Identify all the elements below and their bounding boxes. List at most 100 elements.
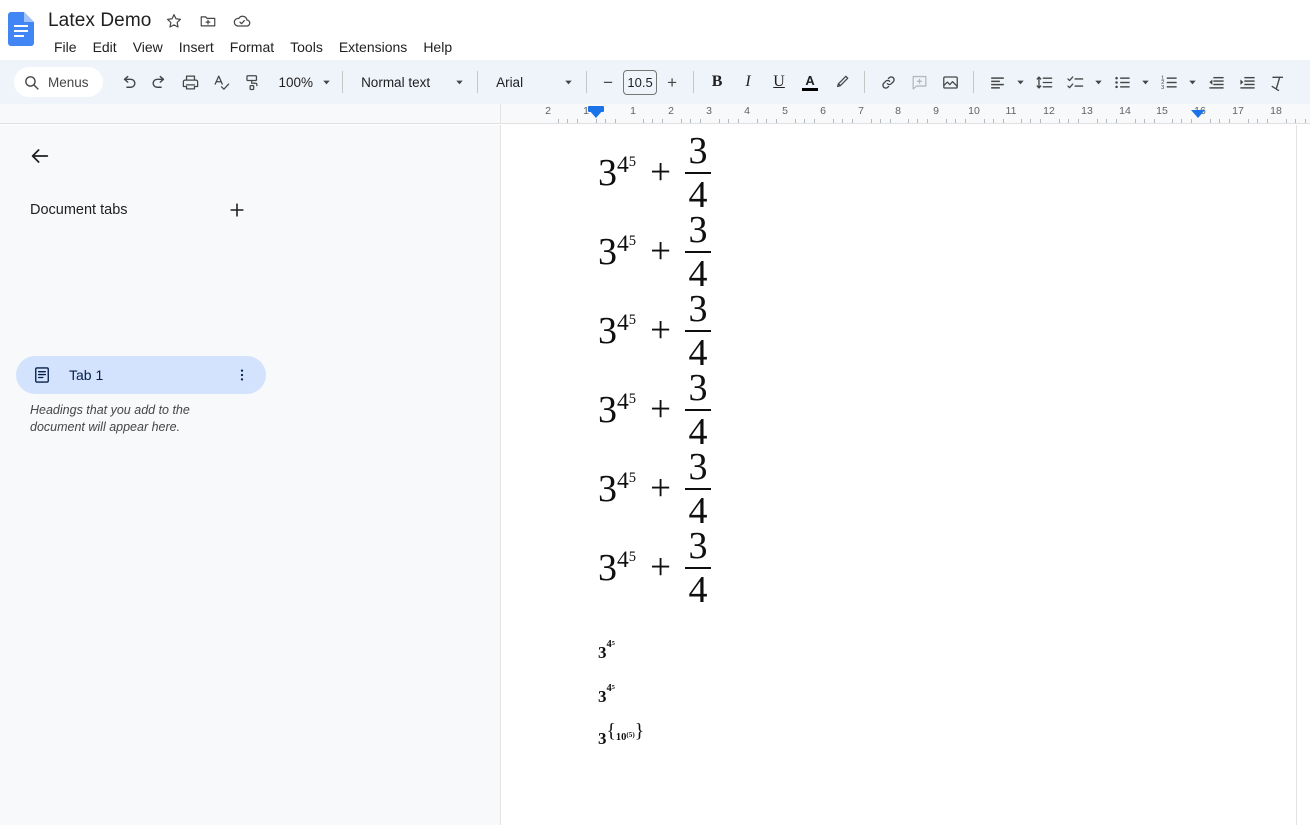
math-expression-line-small[interactable]: 3 45 xyxy=(598,674,1258,718)
menu-extensions[interactable]: Extensions xyxy=(331,37,415,57)
menu-bar: File Edit View Insert Format Tools Exten… xyxy=(46,35,460,59)
math-base: 3 xyxy=(598,151,617,194)
paint-format-button[interactable] xyxy=(238,67,268,97)
bulleted-list-button[interactable] xyxy=(1107,67,1137,97)
horizontal-ruler[interactable]: 2 1 1 2 3 4 5 6 7 8 9 10 11 12 13 14 15 16 17 18 xyxy=(0,104,1310,124)
ruler-tick xyxy=(851,119,853,123)
document-title[interactable]: Latex Demo xyxy=(46,10,153,32)
align-button[interactable] xyxy=(982,67,1012,97)
clear-formatting-button[interactable] xyxy=(1263,67,1293,97)
paragraph-style-dropdown[interactable]: Normal text xyxy=(351,67,469,97)
ruler-tick xyxy=(880,119,881,123)
checklist-button[interactable] xyxy=(1060,67,1090,97)
increase-indent-button[interactable] xyxy=(1232,67,1262,97)
math-expression-line[interactable]: 345 +3 4 xyxy=(598,211,1258,295)
star-icon[interactable] xyxy=(161,8,187,34)
power-tower: 345 xyxy=(598,312,636,350)
decrease-font-size-button[interactable]: − xyxy=(595,69,621,95)
ruler-tick xyxy=(955,119,956,123)
ruler-number: 17 xyxy=(1232,105,1244,117)
cloud-saved-icon[interactable] xyxy=(229,8,255,34)
math-exponent-exponent: 5 xyxy=(628,390,637,407)
google-docs-icon[interactable] xyxy=(8,12,34,46)
undo-button[interactable] xyxy=(114,67,144,97)
line-spacing-button[interactable] xyxy=(1029,67,1059,97)
math-exponent-exponent: 5 xyxy=(611,683,615,691)
math-expression-line[interactable]: 345 +3 4 xyxy=(598,448,1258,532)
increase-font-size-button[interactable]: + xyxy=(659,69,685,95)
font-family-dropdown[interactable]: Arial xyxy=(486,67,578,97)
math-expression: 345 +3 4 xyxy=(598,369,711,451)
ruler-tick xyxy=(1228,119,1230,123)
add-comment-button[interactable] xyxy=(904,67,934,97)
menu-help[interactable]: Help xyxy=(415,37,460,57)
tab-options-icon[interactable] xyxy=(230,363,254,387)
document-body[interactable]: 345 +3 4 345 +3 4 345 +3 4 345 +3 4 345 +3 4 345 +3 4 3 45 3… xyxy=(598,132,1258,762)
print-button[interactable] xyxy=(176,67,206,97)
underline-button[interactable]: U xyxy=(764,67,794,97)
menu-tools[interactable]: Tools xyxy=(282,37,331,57)
fraction-numerator: 3 xyxy=(688,287,708,330)
math-base: 3 xyxy=(598,642,607,662)
spellcheck-button[interactable] xyxy=(207,67,237,97)
math-expression-line[interactable]: 345 +3 4 xyxy=(598,132,1258,214)
math-exponent: 45 xyxy=(617,231,637,258)
tab-1-label: Tab 1 xyxy=(69,367,104,383)
back-button[interactable] xyxy=(22,138,58,174)
math-fraction: 34 xyxy=(684,448,711,532)
math-expression: 3 45 xyxy=(598,683,615,706)
text-color-button[interactable]: A xyxy=(795,67,825,97)
right-indent-marker[interactable] xyxy=(1191,110,1205,118)
toolbar-divider xyxy=(973,71,975,93)
numbered-list-dropdown-caret-icon[interactable] xyxy=(1185,67,1200,97)
menu-edit[interactable]: Edit xyxy=(85,37,125,57)
math-expression-line-small[interactable]: 3 45 xyxy=(598,630,1258,674)
math-exponent: 45 xyxy=(606,682,615,694)
ruler-tick xyxy=(1295,119,1296,123)
decrease-indent-button[interactable] xyxy=(1201,67,1231,97)
document-outline-icon xyxy=(32,365,52,385)
math-expression-line[interactable]: 345 +3 4 xyxy=(598,524,1258,609)
bulleted-list-dropdown-caret-icon[interactable] xyxy=(1138,67,1153,97)
ruler-tick xyxy=(661,119,663,123)
document-canvas[interactable]: 345 +3 4 345 +3 4 345 +3 4 345 +3 4 345 +3 4 345 +3 4 3 45 3… xyxy=(501,125,1310,825)
search-menus-button[interactable]: Menus xyxy=(14,67,103,97)
math-expression-line[interactable]: 345 +3 4 xyxy=(598,287,1258,372)
math-operator: + xyxy=(650,389,671,430)
sidebar-empty-hint: Headings that you add to the document wi… xyxy=(30,403,190,434)
align-dropdown-caret-icon[interactable] xyxy=(1013,67,1028,97)
menu-insert[interactable]: Insert xyxy=(171,37,222,57)
insert-image-button[interactable] xyxy=(935,67,965,97)
checklist-dropdown-caret-icon[interactable] xyxy=(1091,67,1106,97)
font-size-input[interactable]: 10.5 xyxy=(623,69,658,95)
chevron-down-icon xyxy=(454,77,465,88)
ruler-tick xyxy=(728,119,729,123)
menu-view[interactable]: View xyxy=(125,37,171,57)
left-indent-marker[interactable] xyxy=(589,110,603,118)
insert-link-button[interactable] xyxy=(873,67,903,97)
google-docs-window: Latex Demo File Edit View Insert Format … xyxy=(0,0,1310,825)
sidebar-item-tab-1[interactable]: Tab 1 xyxy=(16,356,266,394)
redo-button[interactable] xyxy=(145,67,175,97)
fraction-numerator: 3 xyxy=(688,524,708,567)
ruler-tick xyxy=(1257,119,1258,123)
math-operator: + xyxy=(650,547,671,588)
ruler-number: 12 xyxy=(1043,105,1055,117)
highlight-color-button[interactable] xyxy=(826,67,856,97)
ruler-left-gutter xyxy=(0,104,501,123)
italic-button[interactable]: I xyxy=(733,67,763,97)
menu-format[interactable]: Format xyxy=(222,37,282,57)
menu-file[interactable]: File xyxy=(46,37,85,57)
zoom-control[interactable]: 100% xyxy=(271,67,335,97)
bold-button[interactable]: B xyxy=(702,67,732,97)
math-expression-line-small[interactable]: 3 {10(5)} xyxy=(598,718,1258,762)
ruler-tick xyxy=(1020,119,1022,123)
fraction-denominator: 4 xyxy=(688,489,708,532)
fraction-denominator: 4 xyxy=(688,252,708,295)
math-base: 3 xyxy=(598,686,607,706)
move-to-folder-icon[interactable] xyxy=(195,8,221,34)
numbered-list-button[interactable]: 1 2 3 xyxy=(1154,67,1184,97)
math-expression-line[interactable]: 345 +3 4 xyxy=(598,369,1258,451)
math-fraction: 34 xyxy=(684,369,711,451)
add-tab-button[interactable] xyxy=(222,195,252,225)
